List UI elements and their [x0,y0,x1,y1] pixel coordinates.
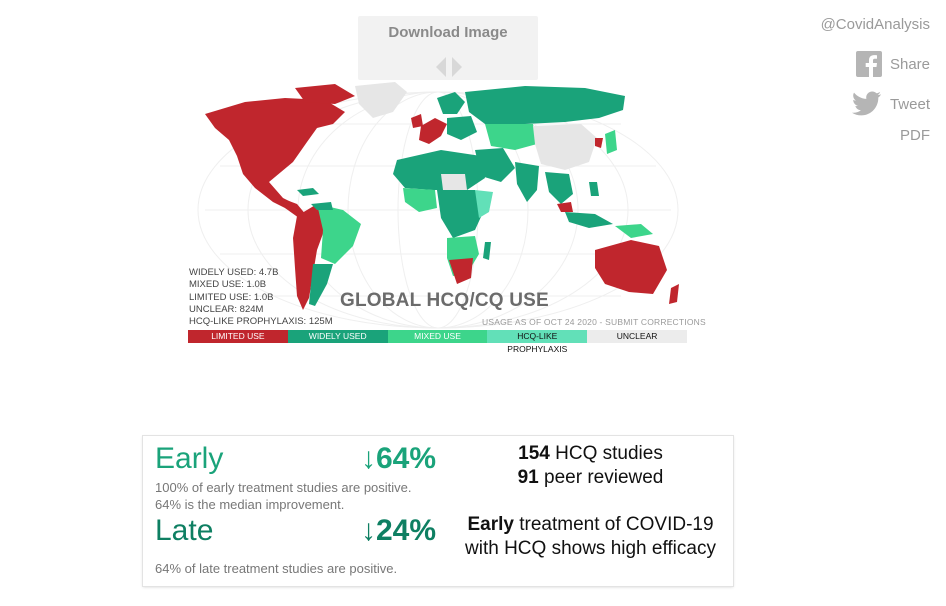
legend-limited-use: LIMITED USE [188,330,288,343]
late-label: Late [155,514,214,547]
map-title: GLOBAL HCQ/CQ USE [340,290,549,311]
region-eastern-europe [447,116,477,140]
results-card[interactable]: Early ↓64% 100% of early treatment studi… [143,436,733,586]
early-desc-median: 64% is the median improvement. [155,497,345,512]
region-western-europe [419,118,447,144]
tweet-label: Tweet [889,95,930,113]
facebook-icon [855,51,882,77]
region-uk [411,114,423,128]
share-label: Share [889,55,930,73]
conclusion-text: Early treatment of COVID-19 with HCQ sho… [465,514,716,559]
region-north-africa [393,150,485,190]
legend-widely-used: WIDELY USED [287,330,388,343]
twitter-handle-link[interactable]: @CovidAnalysis [821,16,930,33]
twitter-bird-icon [851,91,881,116]
download-image-label: Download Image [388,24,508,41]
peer-reviewed-count: 91 peer reviewed [517,467,664,488]
stat-prophylaxis: HCQ-LIKE PROPHYLAXIS: 125M [189,316,333,328]
share-button[interactable]: Share [821,47,930,81]
stat-unclear: UNCLEAR: 824M [189,303,264,315]
region-central-asia [485,124,537,150]
region-new-zealand [669,284,679,304]
hcq-studies-count: 154 HCQ studies [518,443,663,464]
legend-prophylaxis: HCQ-LIKE PROPHYLAXIS [487,330,588,354]
region-scandinavia [437,92,465,114]
region-australia [595,240,667,294]
late-improvement: ↓24% [361,514,437,547]
early-desc-positive: 100% of early treatment studies are posi… [155,480,412,495]
early-label: Early [155,442,224,475]
legend-mixed-use: MIXED USE [387,330,488,343]
legend-unclear: UNCLEAR [587,330,687,343]
pdf-link[interactable]: PDF [821,127,930,144]
region-west-africa [403,188,437,212]
stat-widely-used: WIDELY USED: 4.7B [189,267,279,278]
study-counts: 154 HCQ studies 91 peer reviewed [448,442,733,490]
region-korea [595,138,603,148]
map-legend: LIMITED USE WIDELY USED MIXED USE HCQ-LI… [188,330,687,354]
late-desc-positive: 64% of late treatment studies are positi… [155,561,398,576]
region-indonesia [565,212,613,228]
region-japan [605,130,617,154]
social-links: @CovidAnalysis Share Tweet PDF [821,16,930,144]
early-improvement: ↓64% [361,442,437,475]
stat-mixed-use: MIXED USE: 1.0B [189,279,267,291]
region-russia [465,86,625,124]
left-right-arrows-icon [436,57,462,77]
region-india [515,162,539,202]
region-madagascar [483,242,491,260]
region-sahel [441,174,467,190]
download-image-button[interactable]: Download Image [358,16,538,80]
region-southeast-asia [545,172,573,204]
tweet-button[interactable]: Tweet [821,87,930,121]
stat-limited-use: LIMITED USE: 1.0B [189,291,274,303]
usage-note-link[interactable]: USAGE AS OF OCT 24 2020 - SUBMIT CORRECT… [482,317,706,327]
region-china [533,124,597,170]
region-greenland [355,82,407,118]
region-philippines [589,182,599,196]
region-papua [615,224,653,238]
map-stats: WIDELY USED: 4.7B MIXED USE: 1.0B LIMITE… [189,267,333,328]
